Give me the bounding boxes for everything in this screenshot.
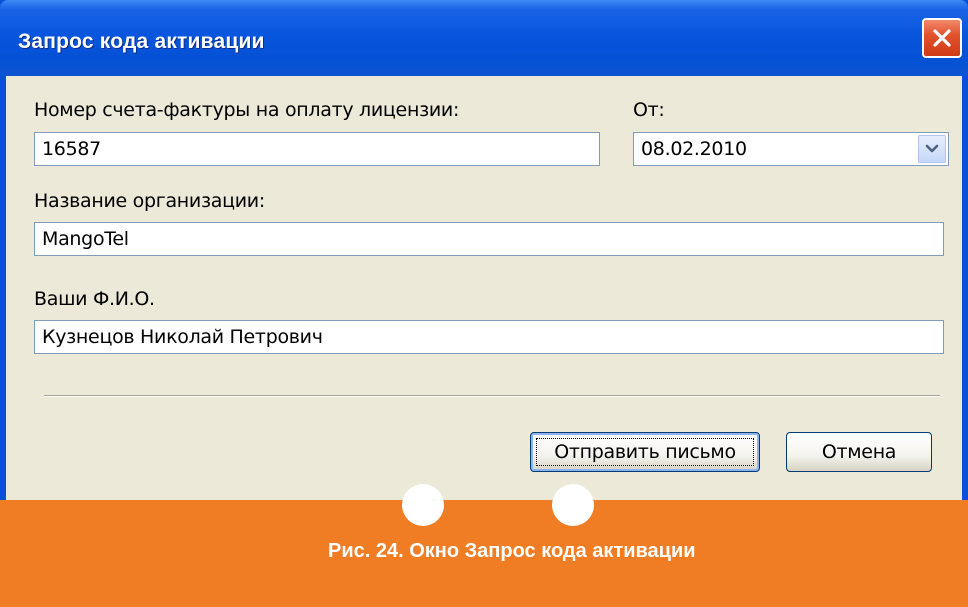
cancel-button[interactable]: Отмена [786, 432, 932, 472]
date-combobox[interactable]: 08.02.2010 [633, 132, 949, 166]
invoice-number-label: Номер счета-фактуры на оплату лицензии: [34, 99, 460, 121]
dialog-body: Номер счета-фактуры на оплату лицензии: … [6, 76, 962, 500]
send-letter-button[interactable]: Отправить письмо [530, 432, 760, 472]
figure-caption: Рис. 24. Окно Запрос кода активации [328, 540, 696, 562]
decorative-dot [552, 484, 594, 526]
close-button[interactable] [922, 18, 962, 58]
full-name-input[interactable]: Кузнецов Николай Петрович [34, 320, 944, 354]
chevron-down-icon [925, 144, 939, 153]
date-value: 08.02.2010 [641, 138, 747, 160]
close-icon [933, 29, 951, 47]
organization-input[interactable]: MangoTel [34, 222, 944, 256]
cancel-label: Отмена [821, 441, 897, 463]
organization-label: Название организации: [34, 190, 265, 212]
dialog-window: Запрос кода активации Номер счета-фактур… [0, 0, 968, 500]
full-name-label: Ваши Ф.И.О. [34, 288, 155, 310]
window-title: Запрос кода активации [18, 30, 265, 53]
date-label: От: [633, 99, 665, 121]
decorative-dot [402, 484, 444, 526]
invoice-number-input[interactable]: 16587 [34, 132, 600, 166]
date-dropdown-button[interactable] [918, 135, 946, 163]
separator [44, 395, 940, 397]
title-bar[interactable]: Запрос кода активации [0, 0, 968, 76]
focus-rectangle [536, 438, 754, 466]
